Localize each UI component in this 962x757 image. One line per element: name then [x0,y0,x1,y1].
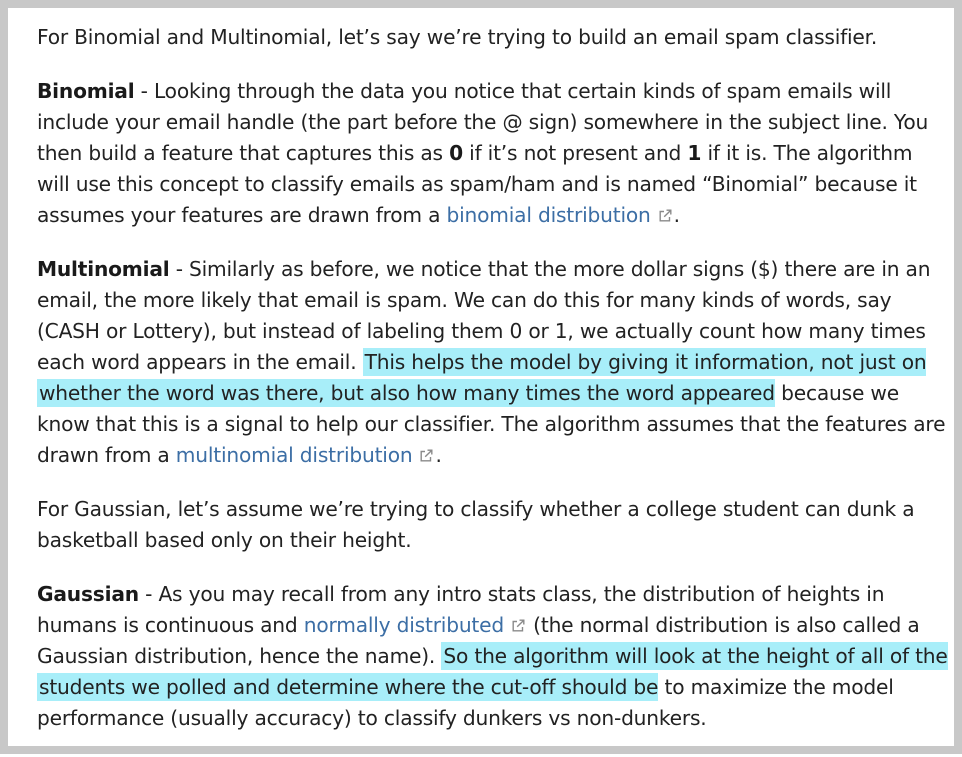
multinomial-distribution-link[interactable]: multinomial distribution [176,443,436,467]
multinomial-term: Multinomial [37,257,170,281]
gaussian-link-text: normally distributed [303,613,504,637]
paragraph-intro: For Binomial and Multinomial, let’s say … [37,22,949,53]
paragraph-gaussian-intro: For Gaussian, let’s assume we’re trying … [37,494,949,556]
binomial-end: . [673,203,680,227]
multinomial-end: . [435,443,442,467]
binomial-bold-zero: 0 [449,141,463,165]
binomial-distribution-link[interactable]: binomial distribution [447,203,674,227]
gaussian-intro-text: For Gaussian, let’s assume we’re trying … [37,497,915,552]
multinomial-link-text: multinomial distribution [175,443,413,467]
binomial-link-text: binomial distribution [446,203,651,227]
external-link-icon [420,449,433,462]
binomial-term: Binomial [37,79,135,103]
paragraph-multinomial: Multinomial - Similarly as before, we no… [37,254,949,471]
external-link-icon [512,619,525,632]
binomial-bold-one: 1 [687,141,702,165]
gaussian-term: Gaussian [37,582,139,606]
normally-distributed-link[interactable]: normally distributed [304,613,527,637]
intro-text: For Binomial and Multinomial, let’s say … [37,25,878,49]
binomial-text-2: if it’s not present and [462,141,688,165]
external-link-icon [659,209,672,222]
document-frame: For Binomial and Multinomial, let’s say … [0,0,962,754]
paragraph-binomial: Binomial - Looking through the data you … [37,76,949,231]
paragraph-gaussian: Gaussian - As you may recall from any in… [37,579,949,734]
article-body: For Binomial and Multinomial, let’s say … [37,22,949,757]
